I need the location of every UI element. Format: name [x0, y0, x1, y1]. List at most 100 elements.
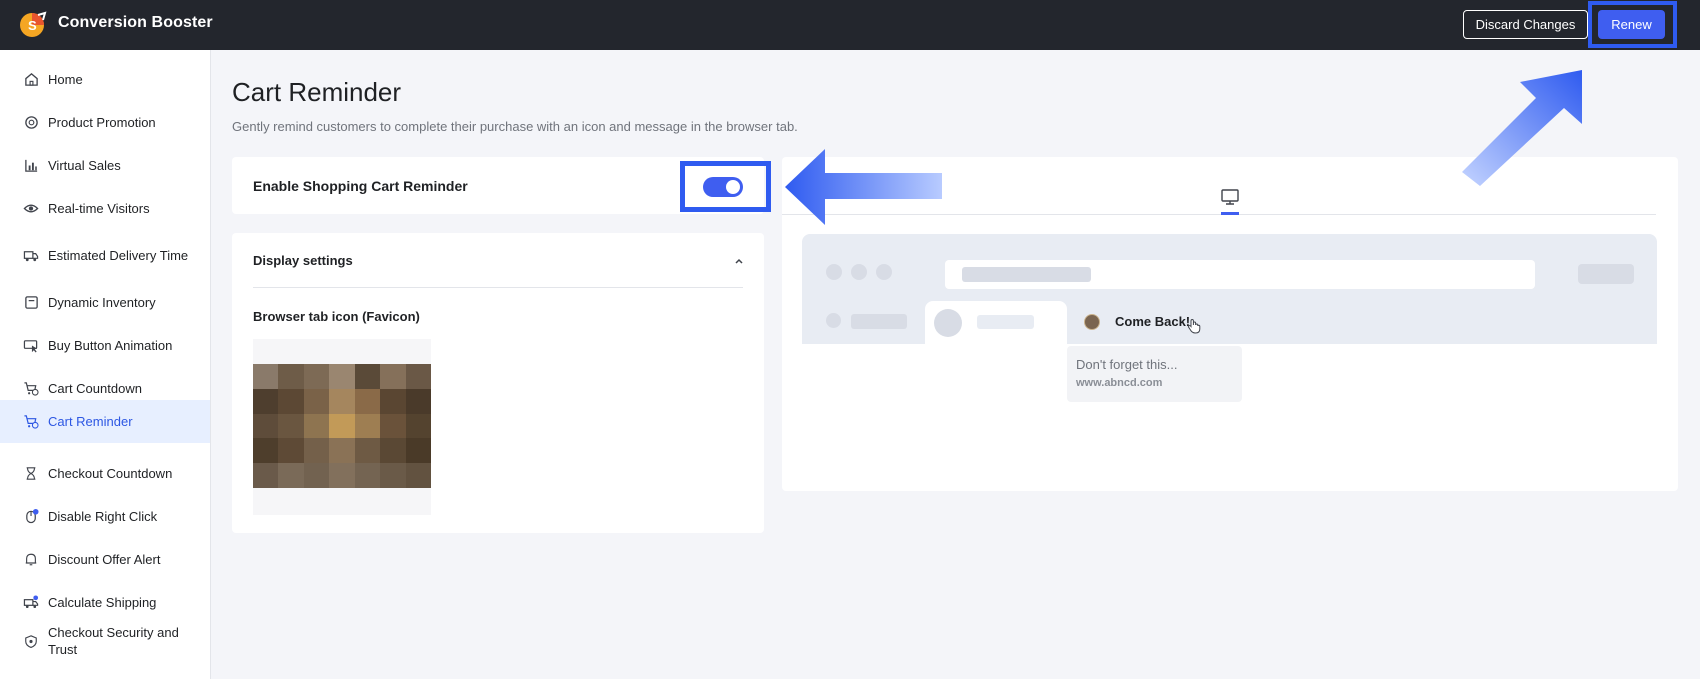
tab-favicon-placeholder — [934, 309, 962, 337]
favicon-pixel — [405, 463, 431, 488]
sidebar-item-checkout-security-and-trust[interactable]: Checkout Security and Trust — [0, 620, 210, 662]
favicon-pixel — [278, 388, 304, 414]
left-arrow-annotation — [785, 149, 942, 225]
desktop-monitor-icon[interactable] — [1220, 187, 1240, 207]
favicon-pixel — [303, 364, 330, 389]
sidebar-item-home[interactable]: Home — [0, 62, 210, 96]
sidebar-item-label: Discount Offer Alert — [48, 551, 161, 567]
sidebar-item-label: Dynamic Inventory — [48, 294, 156, 310]
favicon-pixel — [303, 463, 330, 488]
favicon-pixel — [253, 388, 279, 414]
favicon-pixel — [405, 438, 431, 464]
favicon-pixel — [329, 388, 355, 414]
favicon-pixel — [253, 438, 279, 464]
favicon-pixel — [354, 364, 381, 389]
window-dot — [876, 264, 892, 280]
favicon-pixel — [380, 413, 406, 439]
favicon-pixel — [303, 438, 330, 464]
app-logo-icon: S — [20, 11, 47, 37]
window-dot — [826, 264, 842, 280]
svg-text:S: S — [28, 18, 37, 33]
bell-icon — [22, 550, 40, 568]
favicon-label: Browser tab icon (Favicon) — [253, 309, 420, 324]
sidebar-item-label: Checkout Countdown — [48, 465, 173, 481]
mouse-icon — [22, 507, 40, 525]
enable-reminder-label: Enable Shopping Cart Reminder — [253, 178, 468, 194]
favicon-pixel — [329, 364, 355, 389]
favicon-pixel — [380, 388, 406, 414]
cursor-icon — [22, 336, 40, 354]
enable-reminder-toggle[interactable] — [703, 177, 743, 197]
reminder-tab-title: Come Back! — [1115, 314, 1191, 329]
favicon-pixel — [380, 364, 406, 389]
favicon-pixel — [253, 364, 279, 389]
cart-reminder-icon — [22, 413, 40, 431]
badge-icon — [22, 113, 40, 131]
favicon-pixel — [329, 438, 355, 464]
truck-icon — [22, 246, 40, 264]
favicon-pixel — [380, 463, 406, 488]
window-dot — [851, 264, 867, 280]
tooltip-title: Don't forget this... — [1076, 357, 1178, 372]
up-right-arrow-annotation — [1462, 70, 1582, 186]
toggle-knob — [726, 180, 740, 194]
sidebar-item-calculate-shipping[interactable]: Calculate Shipping — [0, 585, 210, 619]
favicon-pixel — [278, 413, 304, 439]
sidebar-item-label: Virtual Sales — [48, 157, 121, 173]
favicon-pixel — [278, 364, 304, 389]
shipping-icon — [22, 593, 40, 611]
hand-pointer-icon — [1187, 318, 1201, 334]
sidebar-item-estimated-delivery-time[interactable]: Estimated Delivery Time — [0, 234, 210, 276]
sidebar-item-checkout-countdown[interactable]: Checkout Countdown — [0, 456, 210, 490]
sidebar-item-discount-offer-alert[interactable]: Discount Offer Alert — [0, 542, 210, 576]
sidebar-item-cart-reminder[interactable]: Cart Reminder — [0, 400, 210, 443]
favicon-pixel — [303, 388, 330, 414]
favicon-pixel — [253, 463, 279, 488]
favicon-pixel — [405, 388, 431, 414]
reminder-favicon — [1084, 314, 1100, 330]
sidebar-item-label: Home — [48, 71, 83, 87]
sidebar-item-label: Disable Right Click — [48, 508, 158, 524]
favicon-pixel — [354, 438, 381, 464]
eye-icon — [22, 199, 40, 217]
sidebar-item-label: Estimated Delivery Time — [48, 247, 189, 263]
favicon-pixel — [354, 388, 381, 414]
sidebar-item-real-time-visitors[interactable]: Real-time Visitors — [0, 191, 210, 225]
sidebar-item-label: Real-time Visitors — [48, 200, 150, 216]
sidebar-item-label: Buy Button Animation — [48, 337, 173, 353]
sidebar-item-label: Checkout Security and Trust — [48, 625, 179, 657]
divider — [253, 287, 743, 288]
page-subtitle: Gently remind customers to complete thei… — [232, 119, 798, 134]
tooltip-url: www.abncd.com — [1076, 377, 1163, 389]
favicon-pixel — [278, 438, 304, 464]
tab-tooltip — [1067, 346, 1242, 402]
shield-icon — [22, 632, 40, 650]
top-bar: S Conversion Booster Discard Changes Ren… — [0, 0, 1700, 50]
sidebar-item-virtual-sales[interactable]: Virtual Sales — [0, 148, 210, 182]
tab-title-placeholder — [977, 315, 1034, 329]
sidebar-item-label: Product Promotion — [48, 114, 156, 130]
sidebar-item-buy-button-animation[interactable]: Buy Button Animation — [0, 328, 210, 362]
renew-button[interactable]: Renew — [1598, 10, 1665, 39]
inventory-icon — [22, 293, 40, 311]
bar-chart-icon — [22, 156, 40, 174]
sidebar: Home Product Promotion Virtual Sales Rea… — [0, 50, 211, 679]
app-title: Conversion Booster — [58, 14, 213, 31]
sidebar-item-product-promotion[interactable]: Product Promotion — [0, 105, 210, 139]
chevron-up-icon[interactable] — [733, 255, 745, 267]
toolbar-placeholder — [1578, 264, 1634, 284]
hourglass-icon — [22, 464, 40, 482]
sidebar-item-label: Calculate Shipping — [48, 594, 157, 610]
address-placeholder — [962, 267, 1091, 282]
favicon-pixel — [303, 413, 330, 439]
sidebar-item-disable-right-click[interactable]: Disable Right Click — [0, 499, 210, 533]
sidebar-item-label: Cart Countdown — [48, 380, 142, 396]
sidebar-item-dynamic-inventory[interactable]: Dynamic Inventory — [0, 285, 210, 319]
sidebar-item-label: Cart Reminder — [48, 414, 133, 429]
favicon-pixel — [253, 413, 279, 439]
tab-favicon-placeholder — [826, 313, 841, 328]
favicon-pixel — [354, 463, 381, 488]
favicon-pixel — [329, 413, 355, 439]
page-title: Cart Reminder — [232, 77, 402, 107]
discard-changes-button[interactable]: Discard Changes — [1463, 10, 1588, 39]
